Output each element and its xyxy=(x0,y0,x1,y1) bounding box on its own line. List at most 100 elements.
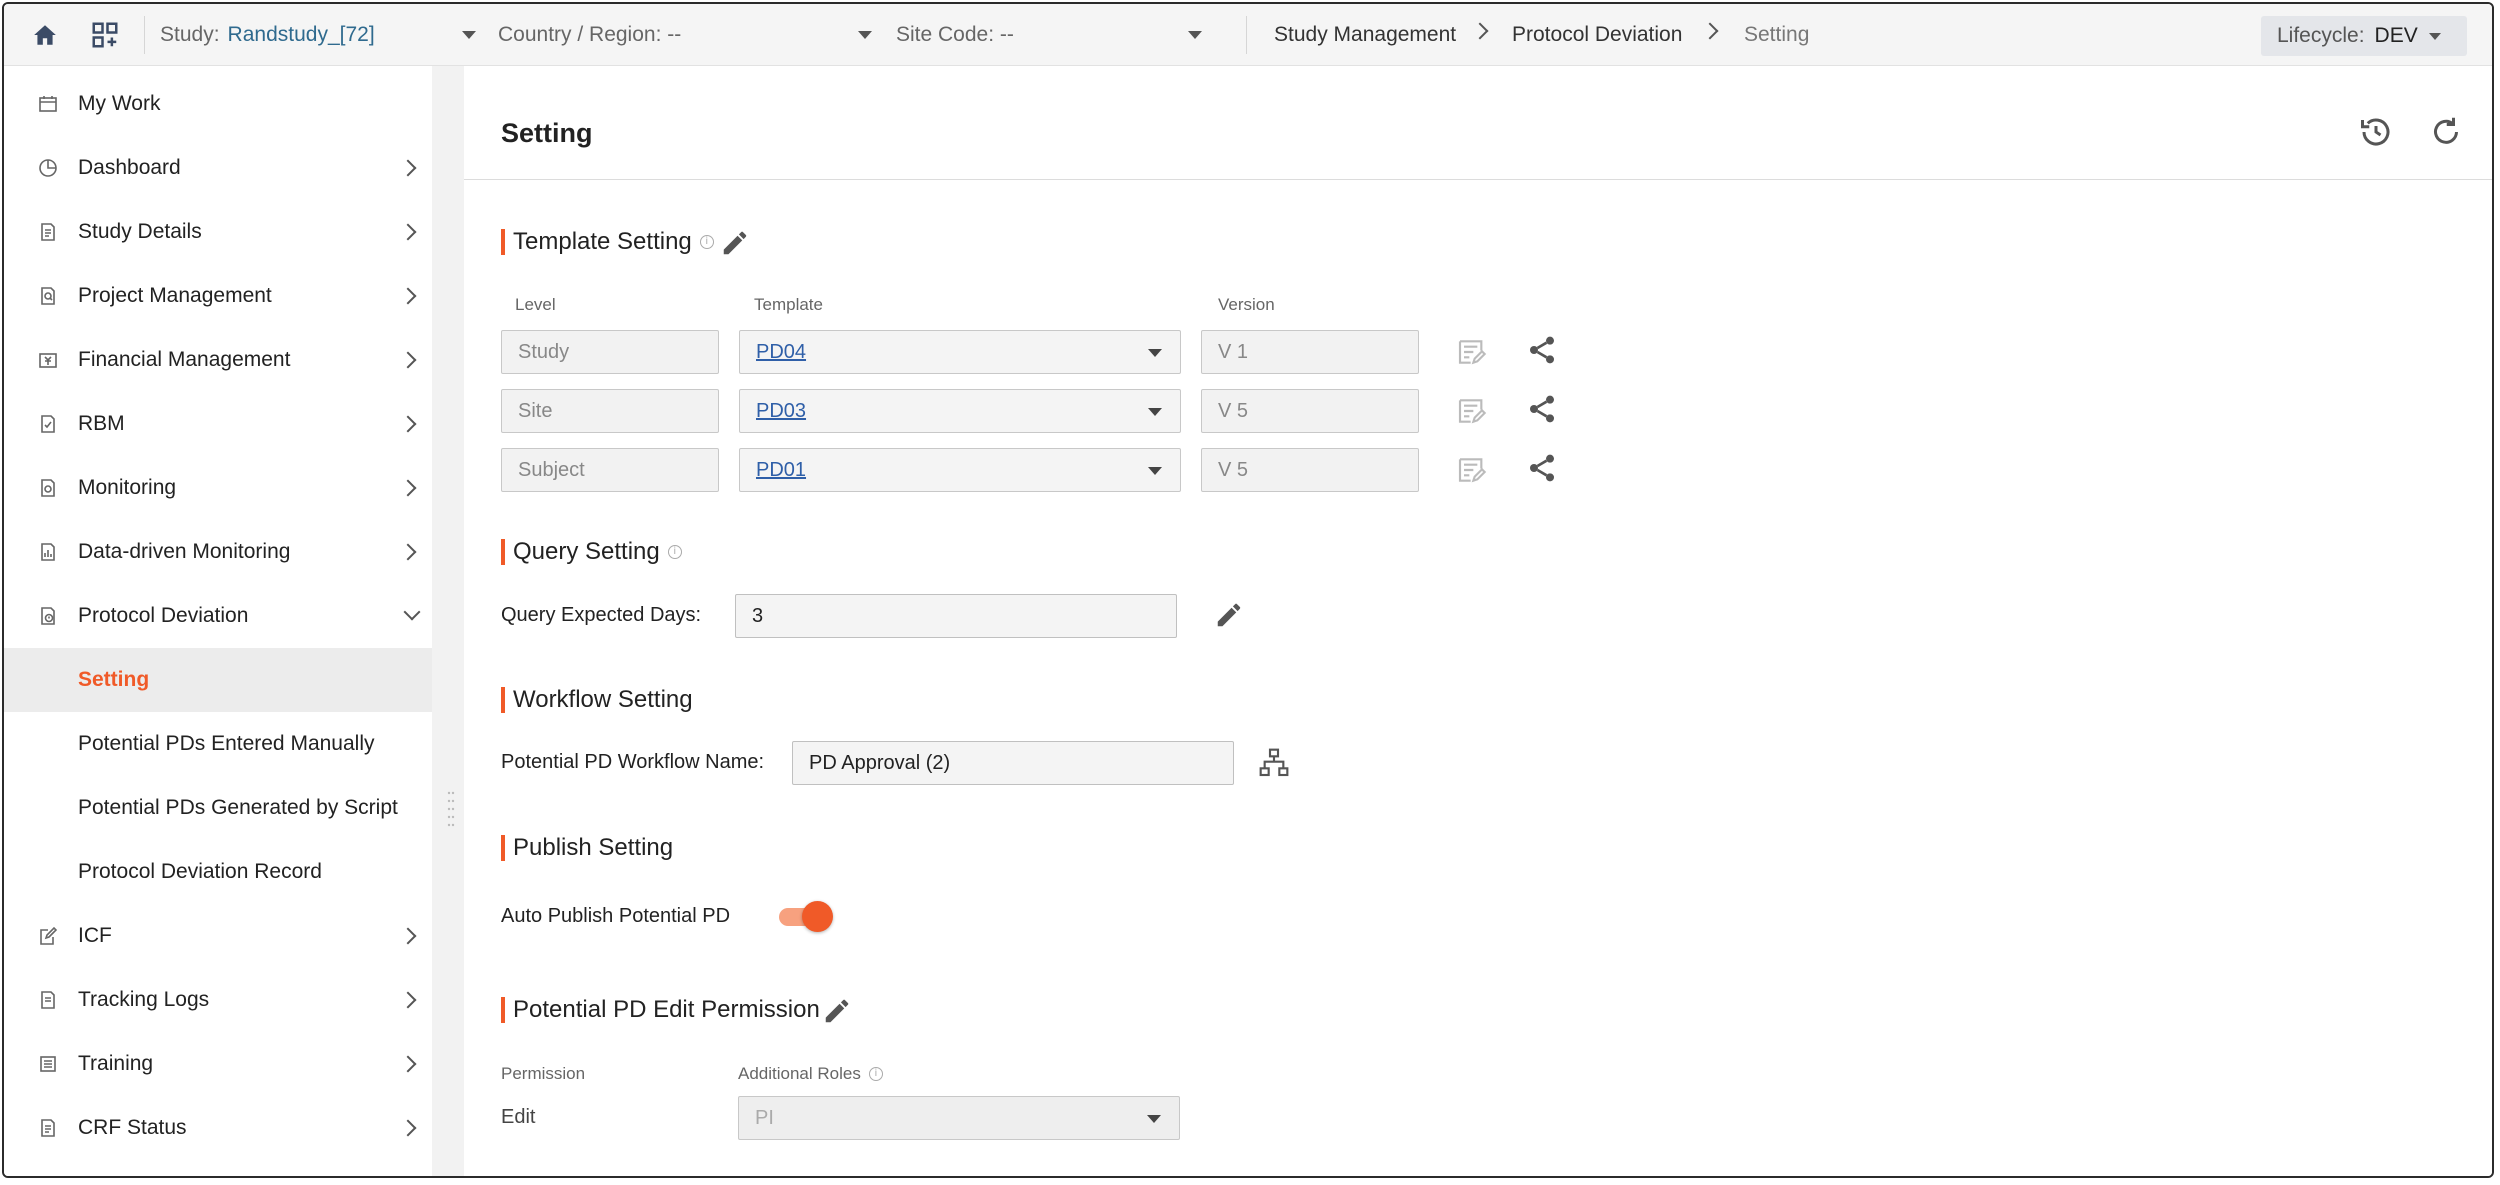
version-field: V 5 xyxy=(1201,389,1419,433)
sidebar-item-label: ICF xyxy=(78,924,112,947)
chevron-down-icon xyxy=(1148,408,1162,416)
sidebar-item-potential-pds-generated-by-script[interactable]: Potential PDs Generated by Script xyxy=(4,776,432,840)
lifecycle-select[interactable]: Lifecycle: DEV xyxy=(2261,16,2467,56)
sidebar-item-protocol-deviation[interactable]: Protocol Deviation xyxy=(4,584,432,648)
add-app-icon[interactable] xyxy=(88,18,122,52)
template-select[interactable]: PD04 xyxy=(739,330,1181,374)
sidebar-item-protocol-deviation-record[interactable]: Protocol Deviation Record xyxy=(4,840,432,904)
currency-icon xyxy=(39,353,57,368)
list-icon xyxy=(40,1056,56,1072)
notes-icon[interactable] xyxy=(1456,454,1488,486)
study-select[interactable]: Study: Randstudy_[72] xyxy=(160,18,476,52)
version-column-header: Version xyxy=(1218,295,1275,314)
section-title: Workflow Setting xyxy=(513,686,693,713)
site-code-label: Site Code: -- xyxy=(896,23,1014,46)
template-link[interactable]: PD01 xyxy=(756,459,806,482)
sidebar-item-label: RBM xyxy=(78,412,125,435)
document-icon xyxy=(41,479,55,497)
sidebar-item-potential-pds-entered-manually[interactable]: Potential PDs Entered Manually xyxy=(4,712,432,776)
additional-roles-value: PI xyxy=(755,1106,774,1129)
template-link[interactable]: PD04 xyxy=(756,341,806,364)
site-code-select[interactable]: Site Code: -- xyxy=(896,18,1202,52)
share-icon[interactable] xyxy=(1526,393,1558,425)
edit-pencil-icon[interactable] xyxy=(822,996,852,1026)
drag-handle-icon[interactable] xyxy=(447,789,455,833)
sidebar-item-crf-status[interactable]: CRF Status xyxy=(4,1096,432,1160)
chevron-right-icon xyxy=(399,223,417,241)
chevron-down-icon xyxy=(1188,31,1202,39)
chevron-right-icon xyxy=(399,1055,417,1073)
chevron-right-icon xyxy=(399,287,417,305)
additional-roles-label: Additional Roles xyxy=(738,1064,861,1083)
country-region-label: Country / Region: -- xyxy=(498,23,682,46)
sidebar-item-label: Setting xyxy=(78,668,150,691)
workflow-setting-section: Workflow Setting xyxy=(501,686,693,714)
edit-pencil-icon[interactable] xyxy=(1214,600,1244,630)
sidebar-item-my-work[interactable]: My Work xyxy=(4,72,432,136)
sidebar-item-monitoring[interactable]: Monitoring xyxy=(4,456,432,520)
sidebar-item-icf[interactable]: ICF xyxy=(4,904,432,968)
edit-document-icon xyxy=(40,926,58,945)
share-icon[interactable] xyxy=(1526,452,1558,484)
document-icon xyxy=(41,1119,55,1137)
sidebar-item-setting[interactable]: Setting xyxy=(4,648,432,712)
chevron-right-icon xyxy=(399,991,417,1009)
toggle-knob xyxy=(802,901,833,932)
version-field: V 1 xyxy=(1201,330,1419,374)
section-title: Publish Setting xyxy=(513,834,674,861)
chevron-right-icon xyxy=(399,351,417,369)
sidebar-item-study-details[interactable]: Study Details xyxy=(4,200,432,264)
page-title: Setting xyxy=(501,118,593,148)
sidebar-item-tracking-logs[interactable]: Tracking Logs xyxy=(4,968,432,1032)
sidebar-item-label: Financial Management xyxy=(78,348,291,371)
template-link[interactable]: PD03 xyxy=(756,400,806,423)
section-title: Potential PD Edit Permission xyxy=(513,996,820,1023)
template-select[interactable]: PD01 xyxy=(739,448,1181,492)
version-field: V 5 xyxy=(1201,448,1419,492)
breadcrumb-study-management[interactable]: Study Management xyxy=(1274,18,1456,52)
query-expected-days-label: Query Expected Days: xyxy=(501,604,702,626)
sidebar-item-financial-management[interactable]: Financial Management xyxy=(4,328,432,392)
document-check-icon xyxy=(41,415,55,433)
study-label: Study: xyxy=(160,23,220,46)
query-expected-days-input[interactable]: 3 xyxy=(735,594,1177,638)
home-icon[interactable] xyxy=(28,18,62,52)
auto-publish-label: Auto Publish Potential PD xyxy=(501,905,731,927)
breadcrumb-protocol-deviation[interactable]: Protocol Deviation xyxy=(1512,18,1682,52)
page-header: Setting xyxy=(464,88,2492,180)
workflow-name-label: Potential PD Workflow Name: xyxy=(501,751,765,773)
template-select[interactable]: PD03 xyxy=(739,389,1181,433)
sidebar-item-label: Potential PDs Entered Manually xyxy=(78,732,375,755)
document-icon xyxy=(41,991,55,1009)
chevron-down-icon xyxy=(1147,1115,1161,1123)
workflow-diagram-icon[interactable] xyxy=(1258,747,1290,779)
sidebar-item-label: Protocol Deviation xyxy=(78,604,249,627)
sidebar-item-dashboard[interactable]: Dashboard xyxy=(4,136,432,200)
divider xyxy=(144,16,145,54)
top-bar: Study: Randstudy_[72] Country / Region: … xyxy=(4,4,2492,66)
refresh-icon[interactable] xyxy=(2428,114,2464,150)
chevron-right-icon xyxy=(399,479,417,497)
document-alert-icon xyxy=(41,607,55,625)
chevron-right-icon xyxy=(1701,22,1719,40)
share-icon[interactable] xyxy=(1526,334,1558,366)
sidebar-item-label: Potential PDs Generated by Script xyxy=(78,796,398,819)
sidebar-item-label: CRF Status xyxy=(78,1116,187,1139)
edit-pencil-icon[interactable] xyxy=(720,228,750,258)
history-icon[interactable] xyxy=(2358,114,2394,150)
country-region-select[interactable]: Country / Region: -- xyxy=(498,18,872,52)
chevron-right-icon xyxy=(1471,22,1489,40)
auto-publish-toggle[interactable] xyxy=(777,900,833,932)
sidebar-item-project-management[interactable]: Project Management xyxy=(4,264,432,328)
chevron-right-icon xyxy=(399,415,417,433)
info-icon: i xyxy=(667,545,682,559)
sidebar-item-rbm[interactable]: RBM xyxy=(4,392,432,456)
permission-column-header: Permission xyxy=(501,1064,586,1083)
app-window: Study: Randstudy_[72] Country / Region: … xyxy=(2,2,2494,1178)
calendar-icon xyxy=(39,96,57,112)
sidebar-item-training[interactable]: Training xyxy=(4,1032,432,1096)
sidebar-item-data-driven-monitoring[interactable]: Data-driven Monitoring xyxy=(4,520,432,584)
workflow-name-field[interactable]: PD Approval (2) xyxy=(792,741,1234,785)
notes-icon[interactable] xyxy=(1456,395,1488,427)
notes-icon[interactable] xyxy=(1456,336,1488,368)
